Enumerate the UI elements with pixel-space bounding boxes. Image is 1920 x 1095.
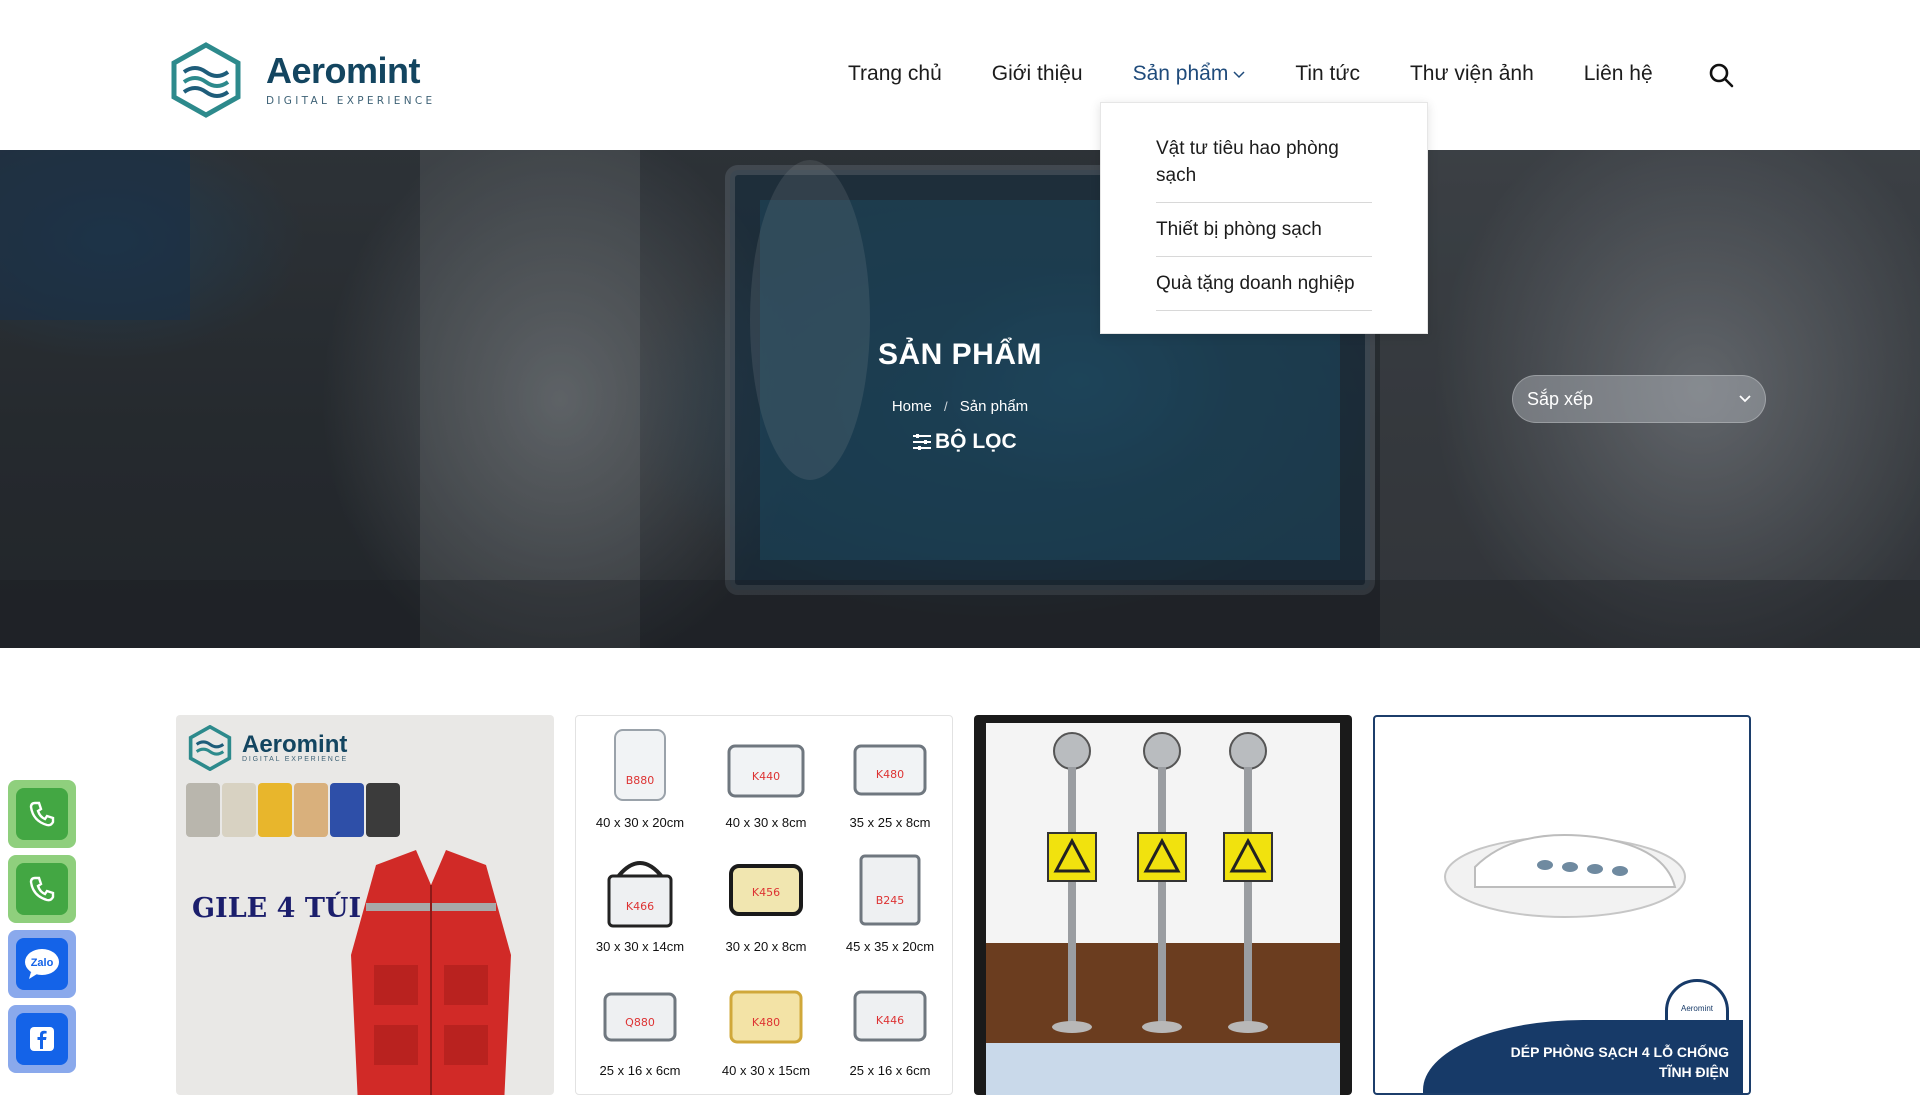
- bag-item: B880 40 x 30 x 20cm: [580, 724, 700, 830]
- phone-icon: [29, 801, 55, 827]
- brand-tagline: DIGITAL EXPERIENCE: [266, 95, 436, 107]
- phone-icon: [29, 876, 55, 902]
- vest-thumbnails-image: [186, 783, 400, 837]
- filter-button[interactable]: BỘ LỌC: [912, 430, 1017, 454]
- page-title: SẢN PHẨM: [877, 338, 1042, 371]
- card-brand-name: Aeromint: [242, 730, 348, 758]
- sort-select[interactable]: Sắp xếp: [1512, 375, 1766, 423]
- product-card-vest[interactable]: Aeromint DIGITAL EXPERIENCE GILE 4 TÚI: [176, 715, 554, 1095]
- products-dropdown-menu: Vật tư tiêu hao phòng sạch Thiết bị phòn…: [1100, 102, 1428, 334]
- bag-image: K466: [607, 861, 673, 928]
- bag-item: K480 35 x 25 x 8cm: [830, 724, 950, 830]
- call-button[interactable]: [8, 780, 76, 848]
- svg-text:Zalo: Zalo: [31, 957, 54, 969]
- svg-text:K440: K440: [752, 770, 780, 783]
- chevron-down-icon: [1739, 395, 1751, 403]
- bag-image: K440: [727, 744, 805, 798]
- svg-text:B245: B245: [876, 894, 905, 907]
- breadcrumb-home[interactable]: Home: [892, 398, 932, 415]
- dropdown-item-cleanroom-equipment[interactable]: Thiết bị phòng sạch: [1156, 216, 1372, 257]
- product-card-cleanroom-slippers[interactable]: Aeromint DÉP PHÒNG SẠCH 4 LỖ CHỐNG TĨNH …: [1373, 715, 1751, 1095]
- bag-item: K456 30 x 20 x 8cm: [706, 848, 826, 954]
- svg-text:K480: K480: [876, 768, 904, 781]
- search-icon[interactable]: [1708, 62, 1734, 88]
- nav-item-home[interactable]: Trang chủ: [848, 62, 942, 86]
- bag-image: K480: [729, 990, 803, 1044]
- call-button[interactable]: [8, 855, 76, 923]
- nav-item-products[interactable]: Sản phẩm: [1133, 62, 1246, 86]
- card-brand-tagline: DIGITAL EXPERIENCE: [242, 755, 348, 763]
- red-vest-image: [351, 850, 511, 1095]
- bag-item: B245 45 x 35 x 20cm: [830, 848, 950, 954]
- sliders-icon: [913, 434, 931, 450]
- nav-item-contact[interactable]: Liên hệ: [1584, 62, 1653, 86]
- logo-mark-icon: [171, 42, 241, 118]
- antistatic-poles-image: [986, 723, 1340, 1095]
- nav-item-about[interactable]: Giới thiệu: [992, 62, 1083, 86]
- svg-text:B880: B880: [626, 774, 655, 787]
- dropdown-item-corporate-gifts[interactable]: Quà tặng doanh nghiệp: [1156, 270, 1372, 311]
- bag-image: Q880: [603, 992, 677, 1042]
- product-caption-line1: DÉP PHÒNG SẠCH 4 LỖ CHỐNG: [1510, 1044, 1729, 1060]
- breadcrumb-current: Sản phẩm: [959, 398, 1029, 415]
- filter-label: BỘ LỌC: [935, 430, 1017, 453]
- hero-banner: SẢN PHẨM Home / Sản phẩm BỘ LỌC Sắp xếp: [0, 150, 1920, 648]
- product-caption: DÉP PHÒNG SẠCH 4 LỖ CHỐNG TĨNH ĐIỆN: [1423, 1020, 1743, 1093]
- facebook-icon: [30, 1027, 54, 1051]
- cleanroom-slipper-image: [1444, 834, 1686, 918]
- product-caption-line2: TĨNH ĐIỆN: [1659, 1064, 1729, 1080]
- site-logo[interactable]: Aeromint DIGITAL EXPERIENCE: [170, 42, 435, 118]
- bag-dimensions: 40 x 30 x 15cm: [721, 1063, 811, 1078]
- bag-item: Q880 25 x 16 x 6cm: [580, 972, 700, 1078]
- bag-image: K446: [853, 990, 927, 1042]
- sort-selected-value: Sắp xếp: [1527, 388, 1594, 409]
- svg-text:Q880: Q880: [625, 1016, 655, 1029]
- bag-image: B245: [859, 854, 921, 926]
- bag-dimensions: 25 x 16 x 6cm: [849, 1063, 931, 1078]
- bag-dimensions: 40 x 30 x 8cm: [725, 815, 807, 830]
- bag-image: B880: [614, 729, 666, 801]
- svg-text:K456: K456: [752, 886, 780, 899]
- bag-item: K440 40 x 30 x 8cm: [706, 724, 826, 830]
- facebook-button[interactable]: [8, 1005, 76, 1073]
- bag-dimensions: 40 x 30 x 20cm: [595, 815, 685, 830]
- zalo-icon: Zalo: [25, 949, 59, 979]
- svg-text:K480: K480: [752, 1016, 780, 1029]
- breadcrumb-separator: /: [944, 399, 948, 414]
- nav-item-news[interactable]: Tin tức: [1295, 62, 1360, 86]
- bag-dimensions: 30 x 30 x 14cm: [595, 939, 685, 954]
- main-nav: Trang chủ Giới thiệu Sản phẩm Tin tức Th…: [848, 62, 1703, 86]
- product-card-bags[interactable]: B880 40 x 30 x 20cm K440 40 x 30 x 8cm K…: [575, 715, 953, 1095]
- dropdown-item-cleanroom-consumables[interactable]: Vật tư tiêu hao phòng sạch: [1156, 135, 1372, 203]
- bag-dimensions: 30 x 20 x 8cm: [725, 939, 807, 954]
- bag-dimensions: 35 x 25 x 8cm: [849, 815, 931, 830]
- bag-dimensions: 25 x 16 x 6cm: [599, 1063, 681, 1078]
- chevron-down-icon: [1233, 71, 1245, 79]
- bag-item: K446 25 x 16 x 6cm: [830, 972, 950, 1078]
- bag-image: K456: [729, 864, 803, 916]
- bag-dimensions: 45 x 35 x 20cm: [845, 939, 935, 954]
- site-header: Aeromint DIGITAL EXPERIENCE Trang chủ Gi…: [0, 0, 1920, 150]
- bag-item: K466 30 x 30 x 14cm: [580, 848, 700, 954]
- product-card-antistatic-poles[interactable]: [974, 715, 1352, 1095]
- card-brand-logo: Aeromint DIGITAL EXPERIENCE: [188, 725, 348, 771]
- bag-item: K480 40 x 30 x 15cm: [706, 972, 826, 1078]
- logo-mark-icon: [188, 725, 232, 771]
- nav-item-gallery[interactable]: Thư viện ảnh: [1410, 62, 1534, 86]
- brand-name: Aeromint: [266, 50, 421, 91]
- svg-text:K446: K446: [876, 1014, 904, 1027]
- bag-image: K480: [853, 744, 927, 796]
- svg-text:K466: K466: [626, 900, 654, 913]
- zalo-button[interactable]: Zalo: [8, 930, 76, 998]
